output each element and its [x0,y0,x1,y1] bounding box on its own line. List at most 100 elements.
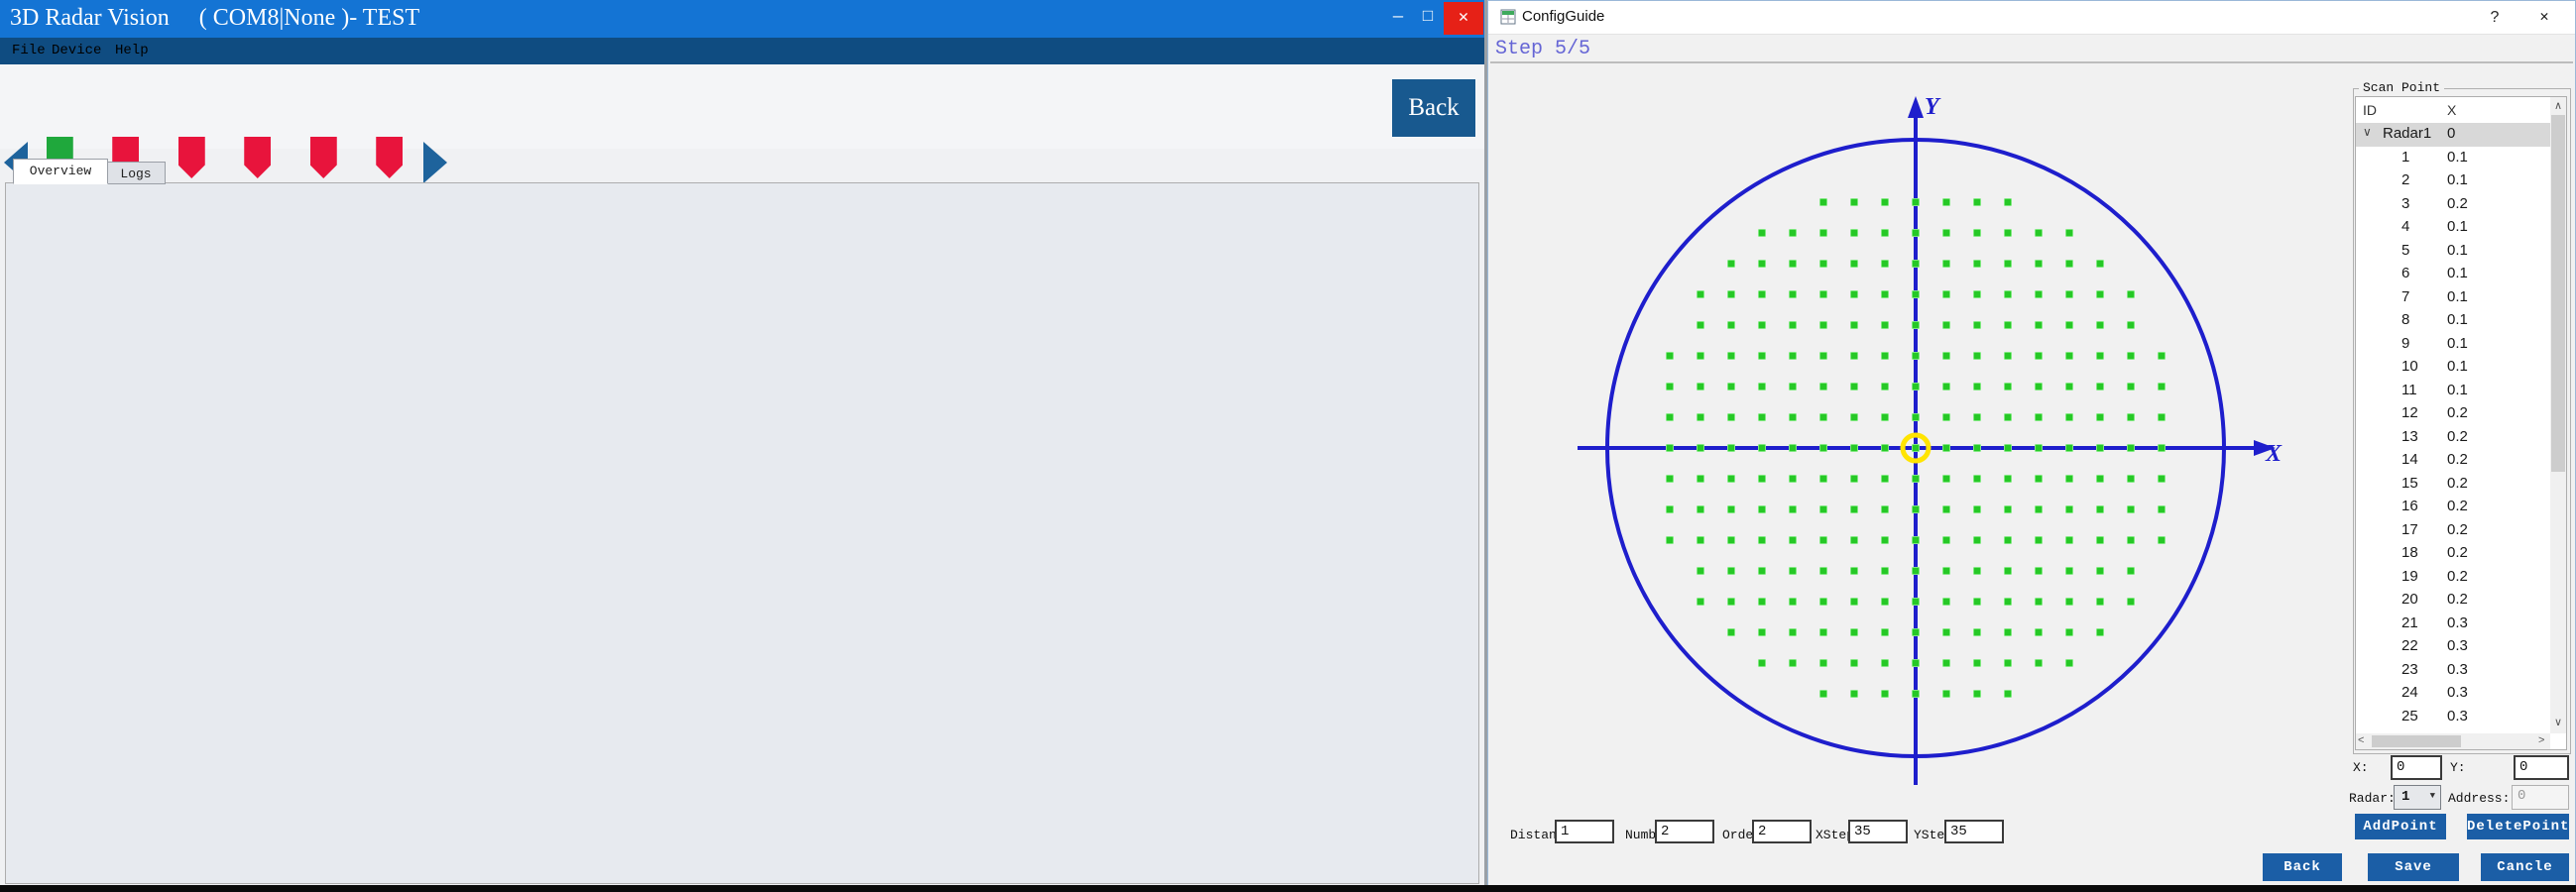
scan-dot [1882,230,1889,237]
menu-file[interactable]: File [8,42,50,60]
scroll-left-icon[interactable]: < [2358,734,2364,746]
scan-dot [1698,568,1704,575]
y-axis-arrow-icon [1908,96,1924,118]
table-row[interactable]: 140.2 [2356,449,2550,473]
table-header: ID X [2356,97,2550,124]
expand-chevron-icon[interactable]: ∨ [2363,125,2372,139]
param-input-distance[interactable]: 1 [1555,820,1614,843]
scan-dot [1759,568,1766,575]
menu-help[interactable]: Help [111,42,153,60]
table-row[interactable]: 110.1 [2356,380,2550,403]
scan-dot [1667,537,1674,544]
table-row[interactable]: 210.3 [2356,613,2550,636]
table-row[interactable]: 240.3 [2356,682,2550,706]
scan-dot [1913,506,1920,513]
param-input-ystep[interactable]: 35 [1944,820,2004,843]
col-header-x[interactable]: X [2447,102,2456,118]
scan-dot [2036,599,2043,606]
param-input-number[interactable]: 2 [1655,820,1714,843]
table-row[interactable]: 200.2 [2356,589,2550,613]
row-x: 0.3 [2447,661,2468,678]
scan-dot [1728,261,1735,268]
table-row[interactable]: 220.3 [2356,635,2550,659]
scan-dot [1974,322,1981,329]
cancel-button[interactable]: Cancle [2481,853,2569,881]
scan-dot [2159,384,2166,390]
x-coord-input[interactable]: 0 [2391,755,2442,780]
menu-device[interactable]: Device [48,42,105,60]
table-row[interactable]: 80.1 [2356,309,2550,333]
scan-dot [1943,384,1950,390]
table-row[interactable]: 130.2 [2356,426,2550,450]
scan-dot [1759,445,1766,452]
config-close-icon[interactable]: ✕ [2529,6,2559,30]
table-row[interactable]: 170.2 [2356,519,2550,543]
h-scrollbar-thumb[interactable] [2372,735,2461,747]
table-row[interactable]: 250.3 [2356,706,2550,729]
scan-dot [1913,322,1920,329]
v-scrollbar-thumb[interactable] [2551,115,2565,472]
address-input[interactable]: 0 [2512,785,2569,810]
table-row-radar1[interactable]: ∨ Radar1 0 [2356,123,2550,147]
scan-dot [1974,261,1981,268]
table-row[interactable]: 50.1 [2356,240,2550,264]
scan-dot [1728,384,1735,390]
scan-dot [1943,322,1950,329]
scan-dot [2005,599,2012,606]
param-input-order[interactable]: 2 [1752,820,1812,843]
table-row[interactable]: 10.1 [2356,147,2550,170]
table-row[interactable]: 60.1 [2356,263,2550,286]
minimize-icon[interactable]: — [1384,5,1412,31]
scan-dot [1790,384,1797,390]
table-row[interactable]: 190.2 [2356,566,2550,590]
scan-dot [1943,660,1950,667]
add-point-button[interactable]: AddPoint [2355,814,2446,839]
maximize-icon[interactable]: □ [1414,5,1442,31]
save-button[interactable]: Save [2368,853,2459,881]
help-icon[interactable]: ? [2480,6,2510,30]
table-row[interactable]: 90.1 [2356,333,2550,357]
scroll-up-icon[interactable]: ∧ [2550,99,2566,112]
scan-dot [2066,537,2073,544]
table-row[interactable]: 70.1 [2356,286,2550,310]
table-row[interactable]: 120.2 [2356,402,2550,426]
tab-overview[interactable]: Overview [13,159,108,184]
scan-dot [1943,599,1950,606]
table-row[interactable]: 180.2 [2356,542,2550,566]
scroll-down-icon[interactable]: ∨ [2550,716,2566,728]
back-button[interactable]: Back [1392,79,1475,137]
scan-dot [1790,660,1797,667]
next-bin-arrow-icon[interactable] [423,142,447,183]
scan-dot [2097,414,2104,421]
tab-logs[interactable]: Logs [106,162,166,184]
y-coord-input[interactable]: 0 [2514,755,2569,780]
table-row[interactable]: 160.2 [2356,496,2550,519]
close-icon[interactable]: ✕ [1444,2,1483,35]
radar-select[interactable]: 1 ▼ [2394,785,2441,810]
scroll-right-icon[interactable]: > [2538,734,2544,746]
scan-dot [2036,414,2043,421]
table-row[interactable]: 150.2 [2356,473,2550,497]
param-input-xstep[interactable]: 35 [1848,820,1908,843]
scan-dot [2128,599,2135,606]
table-row[interactable]: 20.1 [2356,169,2550,193]
row-id: 13 [2401,428,2418,445]
scan-dot [1913,691,1920,698]
scan-dot [1974,629,1981,636]
scan-point-table: ID X ∨ Radar1 0 10.120.130.240.150.160.1… [2355,96,2567,750]
table-row[interactable]: 30.2 [2356,193,2550,217]
delete-point-button[interactable]: DeletePoint [2467,814,2569,839]
scan-dot [2097,291,2104,298]
scan-dot [1974,384,1981,390]
scan-pattern-plot[interactable]: Y X [1528,60,2321,824]
scan-dot [1882,660,1889,667]
table-row[interactable]: 40.1 [2356,216,2550,240]
row-x: 0.1 [2447,218,2468,235]
table-row[interactable]: 100.1 [2356,356,2550,380]
table-row[interactable]: 230.3 [2356,659,2550,683]
col-header-id[interactable]: ID [2363,102,2377,118]
radar-select-value: 1 [2401,789,2409,805]
scan-dot [1882,599,1889,606]
wizard-back-button[interactable]: Back [2263,853,2342,881]
scan-dot [1820,568,1827,575]
